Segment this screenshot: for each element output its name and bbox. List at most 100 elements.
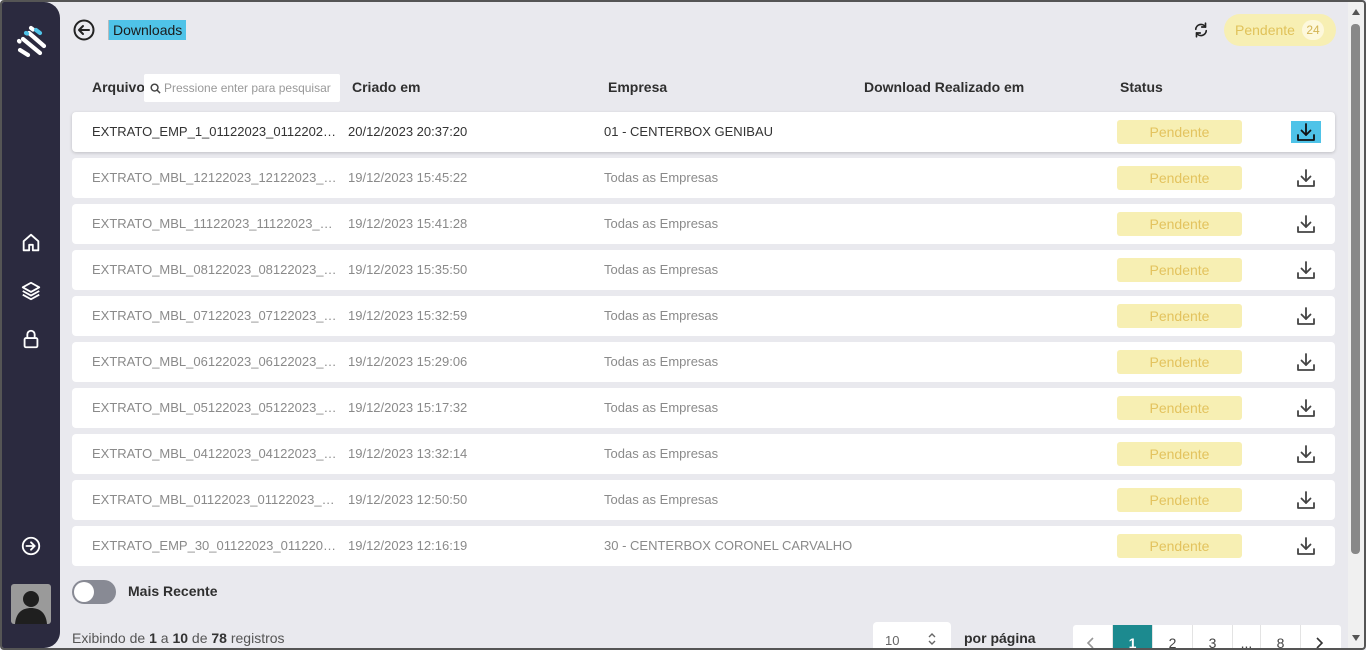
- row-created-at: 19/12/2023 12:16:19: [348, 538, 468, 553]
- row-company: Todas as Empresas: [604, 446, 719, 461]
- download-button[interactable]: [1291, 535, 1321, 557]
- user-silhouette-icon: [15, 591, 47, 624]
- download-button[interactable]: [1291, 305, 1321, 327]
- scroll-up-icon[interactable]: [1351, 8, 1361, 16]
- download-icon: [1297, 491, 1315, 509]
- status-badge: Pendente: [1117, 534, 1242, 558]
- main-content: Downloads Pendente 24 Arquivo Criado em …: [60, 2, 1348, 650]
- row-created-at: 19/12/2023 15:45:22: [348, 170, 468, 185]
- scrollbar[interactable]: [1348, 2, 1364, 648]
- table-row[interactable]: EXTRATO_MBL_05122023_05122023_PAGAMENTOS…: [72, 388, 1335, 428]
- row-company: 01 - CENTERBOX GENIBAU: [604, 124, 774, 139]
- chevron-left-icon: [1086, 637, 1094, 649]
- records-total: 78: [211, 630, 227, 646]
- downloads-table: EXTRATO_EMP_1_01122023_01122023_VENDAS 2…: [72, 112, 1335, 572]
- pending-filter-button[interactable]: Pendente 24: [1224, 14, 1336, 46]
- row-company: 30 - CENTERBOX CORONEL CARVALHO: [604, 538, 853, 553]
- pagination-page-3[interactable]: 3: [1193, 625, 1233, 650]
- pagination-prev-button[interactable]: [1073, 625, 1113, 650]
- logout-icon[interactable]: [20, 535, 42, 557]
- logo-icon[interactable]: [14, 24, 48, 58]
- download-icon: [1297, 261, 1315, 279]
- status-badge: Pendente: [1117, 350, 1242, 374]
- status-badge: Pendente: [1117, 258, 1242, 282]
- scrollbar-thumb[interactable]: [1351, 24, 1360, 554]
- records-sep1: a: [160, 630, 169, 646]
- search-input[interactable]: [164, 78, 336, 98]
- status-badge: Pendente: [1117, 442, 1242, 466]
- column-header-status[interactable]: Status: [1120, 79, 1163, 95]
- refresh-icon[interactable]: [1192, 21, 1210, 39]
- status-badge: Pendente: [1117, 120, 1242, 144]
- table-row[interactable]: EXTRATO_MBL_06122023_06122023_PAGAMENTOS…: [72, 342, 1335, 382]
- pagination-next-button[interactable]: [1301, 625, 1341, 650]
- table-row[interactable]: EXTRATO_MBL_08122023_08122023_PAGAMENTOS…: [72, 250, 1335, 290]
- table-row[interactable]: EXTRATO_EMP_1_01122023_01122023_VENDAS 2…: [72, 112, 1335, 152]
- row-file-name: EXTRATO_MBL_04122023_04122023_PAGAMENTOS: [92, 446, 339, 461]
- download-button[interactable]: [1291, 167, 1321, 189]
- row-file-name: EXTRATO_MBL_11122023_11122023_PAGAMENTOS: [92, 216, 339, 231]
- most-recent-toggle[interactable]: [72, 580, 116, 604]
- row-file-name: EXTRATO_MBL_06122023_06122023_PAGAMENTOS: [92, 354, 339, 369]
- download-button[interactable]: [1291, 489, 1321, 511]
- pagination-page-1[interactable]: 1: [1113, 625, 1153, 650]
- row-file-name: EXTRATO_EMP_30_01122023_01122023_PAGAMEN…: [92, 538, 339, 553]
- scroll-down-icon[interactable]: [1351, 634, 1361, 642]
- per-page-label: por página: [964, 630, 1036, 646]
- row-company: Todas as Empresas: [604, 400, 719, 415]
- spinner-arrows-icon[interactable]: [927, 632, 937, 646]
- records-suffix: registros: [230, 630, 285, 646]
- most-recent-label: Mais Recente: [128, 583, 218, 599]
- download-icon: [1297, 445, 1315, 463]
- lock-icon[interactable]: [20, 328, 42, 350]
- status-badge: Pendente: [1117, 304, 1242, 328]
- row-created-at: 19/12/2023 15:32:59: [348, 308, 468, 323]
- row-file-name: EXTRATO_MBL_08122023_08122023_PAGAMENTOS: [92, 262, 339, 277]
- download-button[interactable]: [1291, 121, 1321, 143]
- download-button[interactable]: [1291, 351, 1321, 373]
- download-button[interactable]: [1291, 443, 1321, 465]
- status-badge: Pendente: [1117, 396, 1242, 420]
- column-header-downloaded[interactable]: Download Realizado em: [864, 79, 1024, 95]
- download-icon: [1297, 215, 1315, 233]
- column-header-company[interactable]: Empresa: [608, 79, 667, 95]
- table-row[interactable]: EXTRATO_MBL_12122023_12122023_PAGAMENTOS…: [72, 158, 1335, 198]
- chevron-right-icon: [1316, 637, 1324, 649]
- row-created-at: 19/12/2023 13:32:14: [348, 446, 468, 461]
- search-box[interactable]: [144, 74, 340, 102]
- home-icon[interactable]: [20, 232, 42, 254]
- column-header-created[interactable]: Criado em: [352, 79, 420, 95]
- per-page-select[interactable]: 10: [873, 622, 951, 650]
- download-icon: [1297, 123, 1315, 141]
- table-row[interactable]: EXTRATO_EMP_30_01122023_01122023_PAGAMEN…: [72, 526, 1335, 566]
- row-company: Todas as Empresas: [604, 492, 719, 507]
- records-from: 1: [149, 630, 157, 646]
- layers-icon[interactable]: [20, 280, 42, 302]
- back-arrow-icon[interactable]: [72, 18, 96, 42]
- page-title: Downloads: [108, 20, 187, 40]
- sidebar: [2, 2, 60, 648]
- pagination: 1 2 3 ... 8: [1073, 625, 1341, 650]
- row-created-at: 19/12/2023 15:29:06: [348, 354, 468, 369]
- download-icon: [1297, 537, 1315, 555]
- status-badge: Pendente: [1117, 166, 1242, 190]
- download-icon: [1297, 169, 1315, 187]
- toggle-knob: [74, 582, 94, 602]
- avatar[interactable]: [11, 584, 51, 624]
- row-company: Todas as Empresas: [604, 170, 719, 185]
- download-button[interactable]: [1291, 213, 1321, 235]
- table-row[interactable]: EXTRATO_MBL_01122023_01122023_PAGAMENTOS…: [72, 480, 1335, 520]
- table-row[interactable]: EXTRATO_MBL_07122023_07122023_PAGAMENTOS…: [72, 296, 1335, 336]
- row-file-name: EXTRATO_MBL_07122023_07122023_PAGAMENTOS: [92, 308, 339, 323]
- column-header-file[interactable]: Arquivo: [92, 79, 145, 95]
- download-button[interactable]: [1291, 397, 1321, 419]
- pagination-page-2[interactable]: 2: [1153, 625, 1193, 650]
- table-row[interactable]: EXTRATO_MBL_04122023_04122023_PAGAMENTOS…: [72, 434, 1335, 474]
- download-button[interactable]: [1291, 259, 1321, 281]
- row-file-name: EXTRATO_MBL_12122023_12122023_PAGAMENTOS: [92, 170, 339, 185]
- per-page-value: 10: [885, 633, 900, 648]
- table-row[interactable]: EXTRATO_MBL_11122023_11122023_PAGAMENTOS…: [72, 204, 1335, 244]
- download-icon: [1297, 399, 1315, 417]
- row-company: Todas as Empresas: [604, 216, 719, 231]
- pagination-page-8[interactable]: 8: [1261, 625, 1301, 650]
